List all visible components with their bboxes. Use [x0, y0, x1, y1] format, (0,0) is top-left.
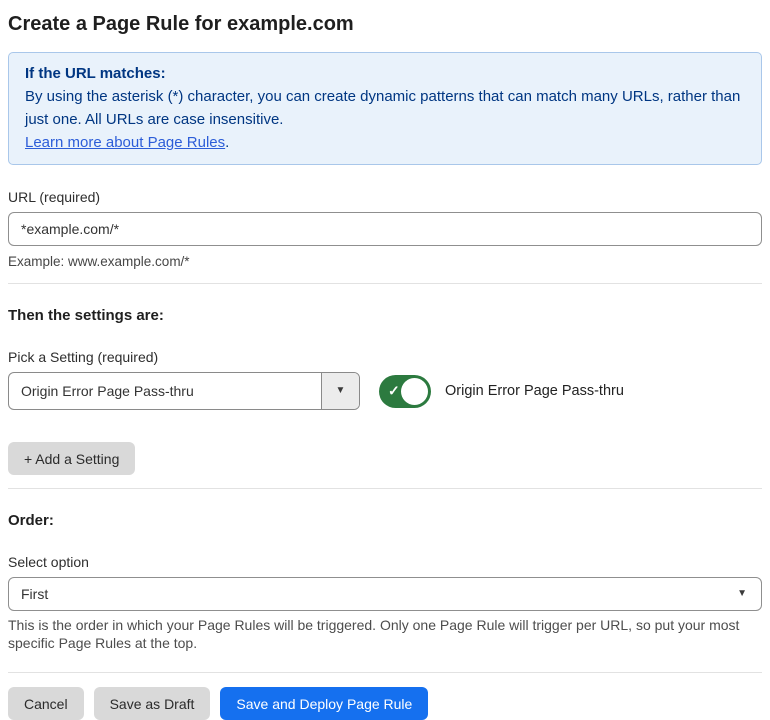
order-helper-text: This is the order in which your Page Rul… — [8, 617, 740, 651]
url-match-info-box: If the URL matches: By using the asteris… — [8, 52, 762, 165]
page-title: Create a Page Rule for example.com — [8, 13, 354, 35]
divider — [8, 672, 762, 673]
order-select-label: Select option — [8, 554, 89, 570]
setting-dropdown[interactable]: Origin Error Page Pass-thru ▼ — [8, 372, 360, 410]
order-select[interactable]: First ▼ — [8, 577, 762, 611]
order-section-heading: Order: — [8, 512, 54, 529]
check-icon: ✓ — [388, 382, 400, 399]
footer-actions: Cancel Save as Draft Save and Deploy Pag… — [8, 687, 762, 720]
setting-dropdown-arrow-button[interactable]: ▼ — [321, 373, 359, 409]
info-box-link-line: Learn more about Page Rules. — [25, 131, 745, 154]
setting-row: Origin Error Page Pass-thru ▼ ✓ Origin E… — [8, 372, 762, 410]
chevron-down-icon: ▼ — [335, 385, 346, 396]
cancel-button[interactable]: Cancel — [8, 687, 84, 720]
setting-toggle[interactable]: ✓ — [379, 374, 431, 408]
url-helper-text: Example: www.example.com/* — [8, 254, 190, 269]
info-box-heading: If the URL matches: — [25, 65, 166, 82]
divider — [8, 488, 762, 489]
learn-more-link[interactable]: Learn more about Page Rules — [25, 134, 225, 151]
info-box-body: By using the asterisk (*) character, you… — [25, 88, 741, 128]
settings-section-heading: Then the settings are: — [8, 307, 164, 324]
divider — [8, 283, 762, 284]
toggle-knob — [401, 377, 428, 405]
order-select-value: First — [21, 586, 49, 602]
add-setting-button[interactable]: + Add a Setting — [8, 442, 136, 475]
save-as-draft-button[interactable]: Save as Draft — [93, 687, 211, 720]
chevron-down-icon: ▼ — [737, 588, 747, 599]
setting-toggle-label: Origin Error Page Pass-thru — [445, 383, 624, 399]
url-field-label: URL (required) — [8, 189, 101, 205]
pick-setting-label: Pick a Setting (required) — [8, 349, 159, 365]
save-and-deploy-button[interactable]: Save and Deploy Page Rule — [220, 687, 429, 720]
setting-dropdown-value: Origin Error Page Pass-thru — [21, 383, 194, 399]
url-input[interactable] — [8, 212, 762, 246]
link-period: . — [225, 134, 230, 151]
